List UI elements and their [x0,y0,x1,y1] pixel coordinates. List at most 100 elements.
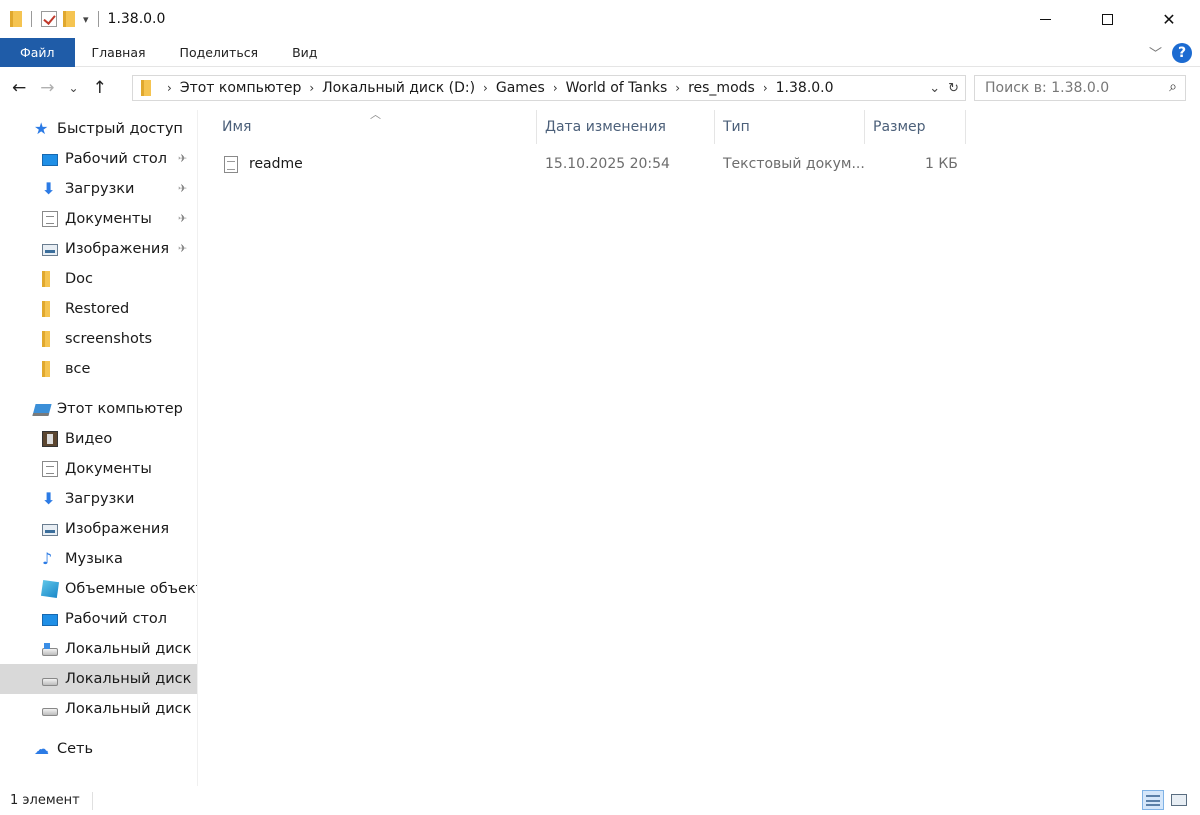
sidebar-item-3d-objects[interactable]: Объемные объекты [0,574,197,604]
sidebar-item-drive-e[interactable]: Локальный диск (E:) [0,694,197,724]
column-header-type[interactable]: Тип [715,110,865,144]
pin-icon: ✈ [178,152,188,165]
divider [31,11,32,27]
folder-icon [10,11,22,27]
breadcrumb-current[interactable]: 1.38.0.0 [776,80,834,96]
tab-view[interactable]: Вид [275,38,334,67]
breadcrumb-drive-d[interactable]: Локальный диск (D:) [322,80,475,96]
title-bar: ▾ 1.38.0.0 ✕ [0,0,1200,38]
sidebar-item-network[interactable]: ☁ Сеть [0,734,197,764]
minimize-icon [1039,18,1051,20]
sidebar-item-label: Локальный диск (E:) [65,701,197,717]
pin-icon: ✈ [178,242,188,255]
chevron-right-icon[interactable]: › [167,81,172,95]
sidebar-item-pictures[interactable]: Изображения ✈ [0,234,197,264]
column-header-size[interactable]: Размер [865,110,966,144]
video-icon [42,431,58,447]
downloads-icon: ⬇ [42,179,56,198]
sidebar-item-drive-c[interactable]: Локальный диск (C:) [0,634,197,664]
sidebar-item-pc-pictures[interactable]: Изображения [0,514,197,544]
ribbon-tabs: Файл Главная Поделиться Вид ﹀ ? [0,37,1200,67]
search-input[interactable]: Поиск в: 1.38.0.0 ⌕ [974,75,1186,101]
sidebar-item-screenshots[interactable]: screenshots [0,324,197,354]
back-icon[interactable]: ← [12,78,26,98]
system-drive-icon [42,643,58,656]
sidebar-item-downloads[interactable]: ⬇ Загрузки ✈ [0,174,197,204]
sidebar-item-label: Документы [65,211,152,227]
address-bar[interactable]: › Этот компьютер › Локальный диск (D:) ›… [132,75,966,101]
large-icons-view-button[interactable] [1168,790,1190,810]
chevron-right-icon[interactable]: › [309,81,314,95]
tab-file[interactable]: Файл [0,37,75,67]
sidebar-item-label: Быстрый доступ [57,121,183,137]
sidebar-item-music[interactable]: ♪ Музыка [0,544,197,574]
forward-icon[interactable]: → [40,78,54,98]
recent-locations-icon[interactable]: ⌄ [69,81,79,95]
sidebar-item-label: Рабочий стол [65,611,168,627]
text-file-icon [224,155,238,173]
sidebar-item-label: Сеть [57,741,94,757]
expand-ribbon-icon[interactable]: ﹀ [1149,43,1162,62]
breadcrumb-world-of-tanks[interactable]: World of Tanks [566,80,668,96]
sidebar-item-doc[interactable]: Doc [0,264,197,294]
sidebar-item-desktop[interactable]: Рабочий стол ✈ [0,144,197,174]
breadcrumb-games[interactable]: Games [496,80,545,96]
chevron-right-icon[interactable]: › [675,81,680,95]
status-bar: 1 элемент [0,786,1200,815]
documents-icon [42,211,58,227]
new-folder-icon[interactable] [63,11,75,27]
quick-access-toolbar: ▾ [0,0,102,38]
search-icon[interactable]: ⌕ [1169,79,1177,95]
sidebar-item-label: Загрузки [65,491,135,507]
breadcrumb-res-mods[interactable]: res_mods [688,80,755,96]
chevron-right-icon[interactable]: › [763,81,768,95]
sidebar-item-this-pc[interactable]: Этот компьютер [0,394,197,424]
customize-toolbar-dropdown-icon[interactable]: ▾ [83,13,89,26]
search-placeholder: Поиск в: 1.38.0.0 [985,80,1110,96]
file-name-cell[interactable]: readme [224,150,303,178]
help-icon[interactable]: ? [1172,42,1192,63]
pin-icon: ✈ [178,182,188,195]
refresh-icon[interactable]: ↻ [948,81,959,96]
sidebar-item-video[interactable]: Видео [0,424,197,454]
properties-icon[interactable] [41,11,57,27]
tab-home[interactable]: Главная [75,38,163,67]
star-icon: ★ [34,119,49,138]
large-icons-view-icon [1171,794,1187,806]
sidebar-item-label: все [65,361,91,377]
sidebar-item-drive-d[interactable]: Локальный диск (D:) [0,664,197,694]
chevron-right-icon[interactable]: › [553,81,558,95]
minimize-button[interactable] [1014,0,1076,38]
pin-icon: ✈ [178,212,188,225]
details-view-button[interactable] [1142,790,1164,810]
sidebar-item-label: Restored [65,301,130,317]
sidebar-item-documents[interactable]: Документы ✈ [0,204,197,234]
sidebar-item-restored[interactable]: Restored [0,294,197,324]
sidebar-item-label: Музыка [65,551,123,567]
column-header-name[interactable]: Имя [214,110,537,144]
computer-icon [32,404,52,416]
breadcrumb-this-pc[interactable]: Этот компьютер [180,80,302,96]
sidebar-item-quick-access[interactable]: ★ Быстрый доступ [0,114,197,144]
sidebar-item-pc-downloads[interactable]: ⬇ Загрузки [0,484,197,514]
chevron-right-icon[interactable]: › [483,81,488,95]
close-button[interactable]: ✕ [1138,0,1200,38]
sidebar-item-vse[interactable]: все [0,354,197,384]
downloads-icon: ⬇ [42,489,56,508]
sidebar-item-pc-desktop[interactable]: Рабочий стол [0,604,197,634]
sidebar-item-pc-documents[interactable]: Документы [0,454,197,484]
sidebar-item-label: Видео [65,431,113,447]
column-header-label: Тип [723,119,750,135]
divider [97,11,99,27]
file-modified: 15.10.2025 20:54 [545,156,670,172]
address-history-dropdown-icon[interactable]: ⌄ [929,81,940,96]
up-icon[interactable]: ↑ [93,78,107,98]
documents-icon [42,461,58,477]
file-row[interactable]: readme 15.10.2025 20:54 Текстовый докум.… [214,150,966,178]
sidebar-item-label: Изображения [65,521,170,537]
column-header-modified[interactable]: Дата изменения [537,110,715,144]
tab-share[interactable]: Поделиться [163,38,276,67]
music-icon: ♪ [42,549,53,568]
maximize-button[interactable] [1076,0,1138,38]
file-type: Текстовый докум... [723,156,865,172]
